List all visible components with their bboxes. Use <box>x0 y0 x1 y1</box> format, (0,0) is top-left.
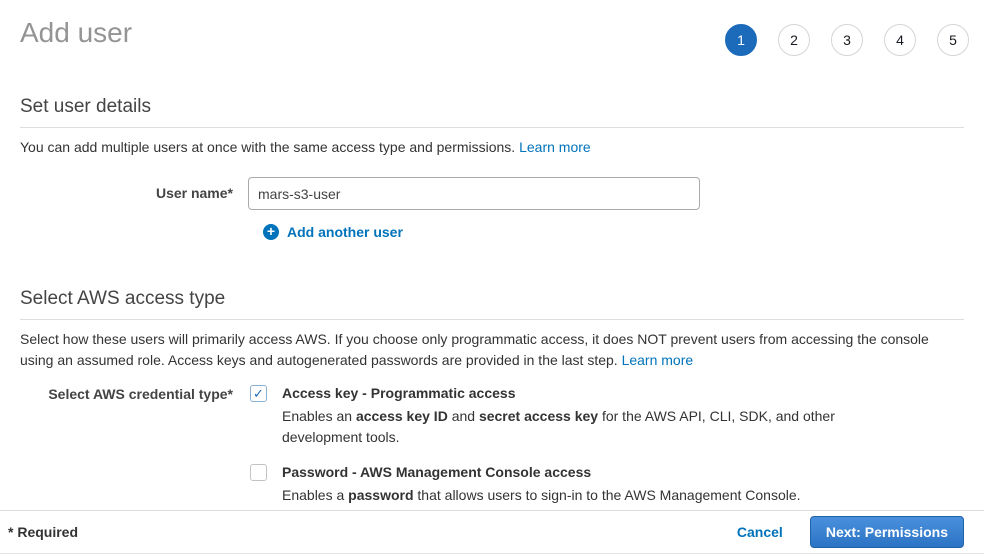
plus-circle-icon: + <box>263 224 279 240</box>
username-label: User name* <box>20 177 248 210</box>
password-option-title: Password - AWS Management Console access <box>282 463 801 481</box>
section-divider <box>20 127 964 128</box>
wizard-footer: * Required Cancel Next: Permissions <box>0 510 984 554</box>
step-3-circle[interactable]: 3 <box>831 24 863 56</box>
section-divider <box>20 319 964 320</box>
user-details-intro-text: You can add multiple users at once with … <box>20 139 519 155</box>
username-input[interactable] <box>248 177 700 210</box>
username-form-row: User name* <box>20 177 964 210</box>
add-user-wizard-page: Add user 1 2 3 4 5 Set user details You … <box>0 0 984 556</box>
learn-more-link-access[interactable]: Learn more <box>622 352 694 368</box>
step-2-circle[interactable]: 2 <box>778 24 810 56</box>
desc-text-bold: access key ID <box>356 408 448 424</box>
desc-text: Enables a <box>282 487 348 503</box>
desc-text-bold: password <box>348 487 413 503</box>
next-permissions-button[interactable]: Next: Permissions <box>810 516 964 548</box>
checkmark-icon: ✓ <box>253 386 264 402</box>
access-type-description-text: Select how these users will primarily ac… <box>20 331 929 368</box>
step-5-circle[interactable]: 5 <box>937 24 969 56</box>
password-option: Password - AWS Management Console access… <box>248 463 842 506</box>
add-another-user-button[interactable]: + Add another user <box>263 224 964 240</box>
required-note: * Required <box>8 524 737 540</box>
desc-text: that allows users to sign-in to the AWS … <box>414 487 801 503</box>
credential-type-row: Select AWS credential type* ✓ Access key… <box>20 384 964 506</box>
step-4-circle[interactable]: 4 <box>884 24 916 56</box>
access-key-checkbox[interactable]: ✓ <box>250 385 267 402</box>
credential-options: ✓ Access key - Programmatic access Enabl… <box>248 384 842 506</box>
user-details-intro: You can add multiple users at once with … <box>20 137 964 158</box>
password-checkbox[interactable] <box>250 464 267 481</box>
select-access-type-section: Select AWS access type Select how these … <box>20 287 964 506</box>
desc-text: Enables an <box>282 408 356 424</box>
step-1-circle[interactable]: 1 <box>725 24 757 56</box>
select-access-type-heading: Select AWS access type <box>20 287 964 310</box>
access-key-option-text: Access key - Programmatic access Enables… <box>282 384 842 448</box>
password-option-text: Password - AWS Management Console access… <box>282 463 801 506</box>
set-user-details-heading: Set user details <box>20 95 964 118</box>
access-key-option: ✓ Access key - Programmatic access Enabl… <box>248 384 842 448</box>
add-another-user-label[interactable]: Add another user <box>287 224 403 240</box>
set-user-details-section: Set user details You can add multiple us… <box>20 95 964 240</box>
desc-text: and <box>448 408 479 424</box>
access-key-option-title: Access key - Programmatic access <box>282 384 842 402</box>
credential-type-label: Select AWS credential type* <box>20 384 248 506</box>
wizard-header: Add user 1 2 3 4 5 <box>0 0 984 58</box>
desc-text-bold: secret access key <box>479 408 598 424</box>
learn-more-link-users[interactable]: Learn more <box>519 139 591 155</box>
access-key-option-desc: Enables an access key ID and secret acce… <box>282 406 842 448</box>
wizard-step-indicator: 1 2 3 4 5 <box>725 24 969 56</box>
cancel-button[interactable]: Cancel <box>737 524 783 540</box>
access-type-description: Select how these users will primarily ac… <box>20 329 964 371</box>
password-option-desc: Enables a password that allows users to … <box>282 485 801 506</box>
